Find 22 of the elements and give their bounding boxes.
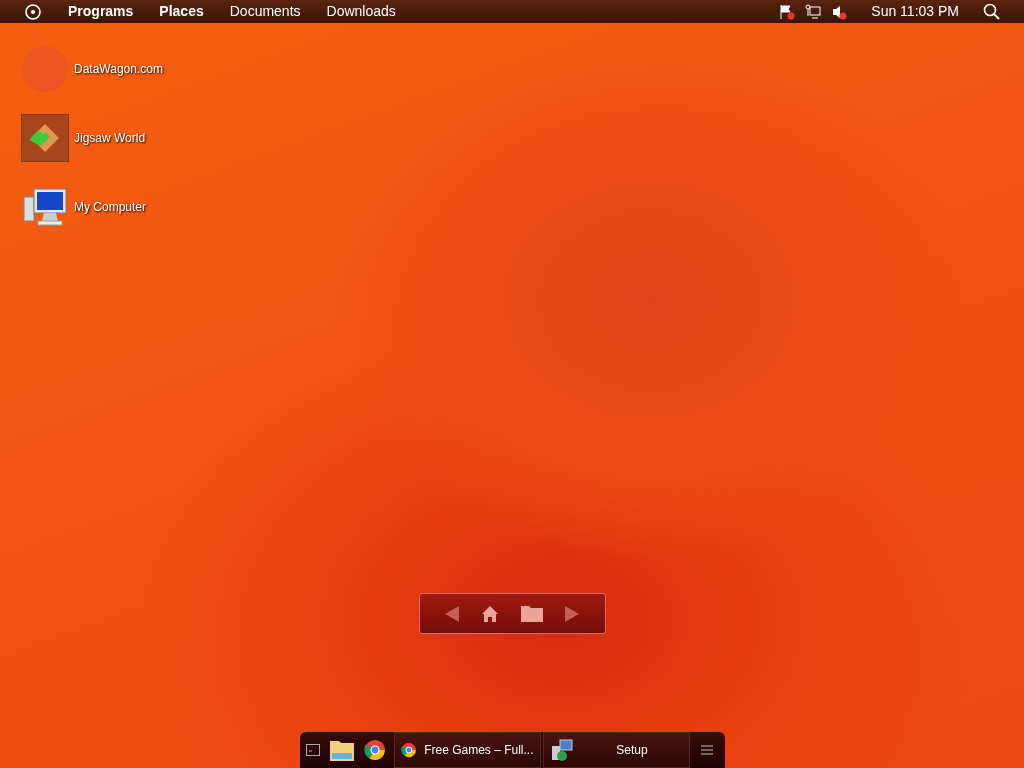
back-arrow-icon[interactable] bbox=[444, 605, 459, 622]
forward-arrow-icon[interactable] bbox=[565, 605, 580, 622]
menu-icon[interactable] bbox=[701, 745, 713, 755]
folder-icon[interactable] bbox=[329, 739, 354, 761]
muted-speaker-icon[interactable] bbox=[831, 3, 848, 20]
menu-item[interactable]: Places bbox=[159, 1, 204, 22]
menu-item[interactable]: Programs bbox=[68, 1, 134, 22]
menu-item[interactable]: Downloads bbox=[326, 1, 396, 22]
taskbar-window-button[interactable]: Free Games – Full... bbox=[393, 732, 541, 768]
browser-icon bbox=[363, 739, 386, 761]
flag-icon[interactable] bbox=[779, 3, 796, 20]
installer-icon bbox=[549, 738, 574, 762]
menu-item[interactable]: Documents bbox=[229, 1, 301, 22]
taskbar-window-button[interactable]: Setup bbox=[542, 732, 690, 768]
clock[interactable]: Sun 11:03 PM bbox=[871, 1, 959, 22]
computer-icon bbox=[22, 187, 68, 227]
home-icon[interactable] bbox=[480, 604, 499, 623]
show-desktop-icon[interactable] bbox=[305, 744, 320, 756]
network-icon[interactable] bbox=[805, 3, 822, 20]
puzzle-icon bbox=[21, 114, 69, 162]
circle-menu-icon[interactable] bbox=[24, 2, 42, 21]
search-icon[interactable] bbox=[983, 3, 1000, 20]
